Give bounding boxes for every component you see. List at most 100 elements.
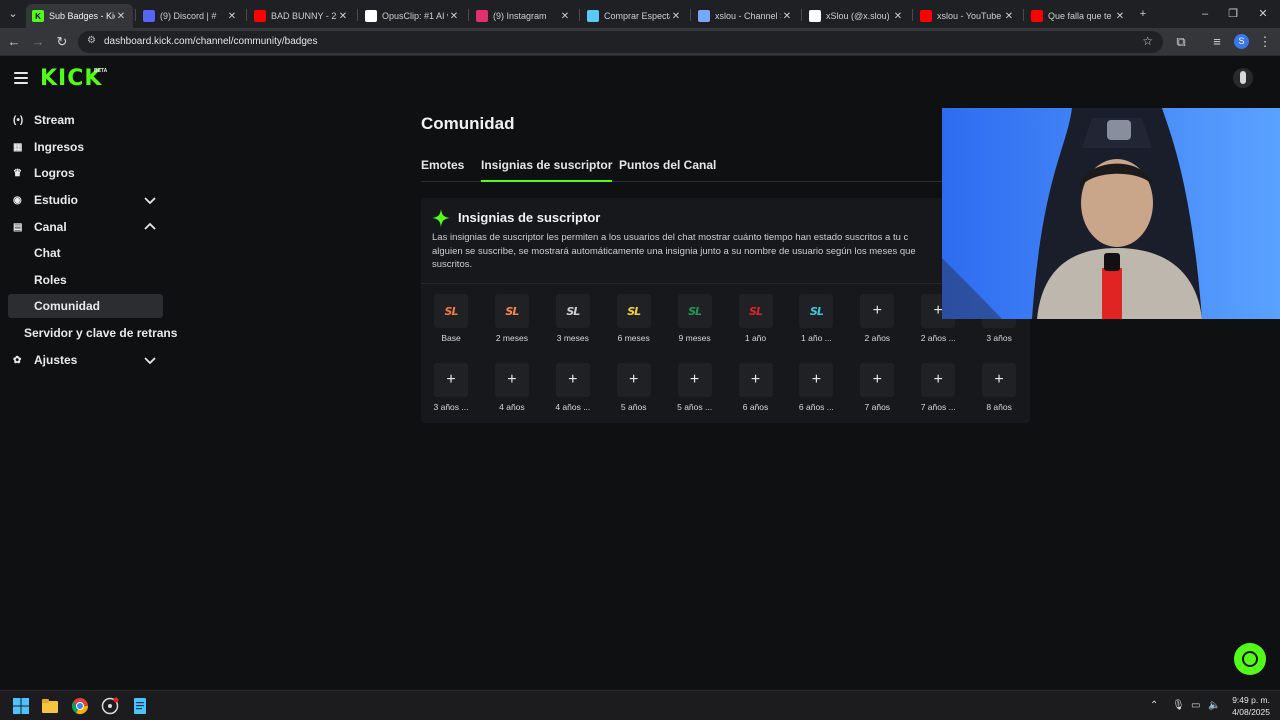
reload-icon[interactable]: ↻ xyxy=(53,33,71,51)
extensions-icon[interactable]: ⧉ xyxy=(1172,33,1190,51)
obs-icon[interactable] xyxy=(101,697,119,715)
add-badge-button[interactable]: + xyxy=(921,363,956,397)
broadcast-icon: (•) xyxy=(13,114,24,126)
subscriber-badge[interactable]: SL xyxy=(616,294,651,328)
tab-separator xyxy=(135,9,136,21)
bookmark-star-icon[interactable]: ☆ xyxy=(1142,34,1153,48)
badge-label: 3 años ... xyxy=(433,402,469,412)
volume-icon[interactable]: 🔈 xyxy=(1208,700,1220,711)
subscriber-badge[interactable]: SL xyxy=(677,294,712,328)
forward-icon[interactable]: → xyxy=(29,33,47,51)
sidebar-item-stream[interactable]: (•) Stream xyxy=(8,108,163,132)
plus-icon: + xyxy=(872,371,882,388)
subscriber-badge[interactable]: SL xyxy=(494,294,529,328)
close-window-icon[interactable]: ✕ xyxy=(1254,5,1272,23)
tab-emotes[interactable]: Emotes xyxy=(421,158,464,182)
tab-channel-points[interactable]: Puntos del Canal xyxy=(619,158,716,182)
windows-start-icon[interactable] xyxy=(12,697,30,715)
tab-close-icon[interactable]: ✕ xyxy=(337,11,349,22)
sidebar-item-servidor[interactable]: Servidor y clave de retrans xyxy=(8,321,177,345)
tab-subscriber-badges[interactable]: Insignias de suscriptor xyxy=(481,158,613,182)
add-badge-button[interactable]: + xyxy=(860,363,895,397)
notepad-icon[interactable] xyxy=(131,697,149,715)
add-badge-button[interactable]: + xyxy=(434,363,468,397)
tab-favicon-icon xyxy=(1031,10,1043,22)
add-badge-button[interactable]: + xyxy=(616,363,651,397)
sidebar-item-roles[interactable]: Roles xyxy=(8,268,163,292)
tab-close-icon[interactable]: ✕ xyxy=(1114,11,1126,22)
browser-tab[interactable]: Comprar Espectac✕ xyxy=(581,4,688,28)
sidebar-item-label: Logros xyxy=(34,166,75,180)
webcam-overlay xyxy=(942,108,1280,319)
subscriber-badge[interactable]: SL xyxy=(799,294,834,328)
user-avatar[interactable] xyxy=(1233,68,1253,88)
plus-icon: + xyxy=(446,371,456,388)
badge-label: 2 meses xyxy=(495,333,528,343)
hamburger-menu-icon[interactable] xyxy=(14,72,28,84)
browser-tab[interactable]: xslou - YouTube ✕ xyxy=(914,4,1021,28)
browser-tab[interactable]: xslou - Channel S ✕ xyxy=(692,4,799,28)
browser-tab[interactable]: Que falla que te ✕ xyxy=(1025,4,1132,28)
subscriber-badge[interactable]: SL xyxy=(434,294,468,328)
plus-icon: + xyxy=(811,371,822,388)
back-icon[interactable]: ← xyxy=(5,33,23,51)
sidebar-item-logros[interactable]: ♛ Logros xyxy=(8,161,163,185)
tab-close-icon[interactable]: ✕ xyxy=(559,11,571,22)
add-badge-button[interactable]: + xyxy=(494,363,529,397)
chevron-down-icon[interactable] xyxy=(143,193,157,207)
browser-tab[interactable]: BAD BUNNY - 25 ✕ xyxy=(248,4,355,28)
restore-icon[interactable]: ❐ xyxy=(1224,5,1242,23)
file-explorer-icon[interactable] xyxy=(41,697,59,715)
browser-tab[interactable]: K Sub Badges - Kick✕ xyxy=(26,4,133,28)
plus-icon: + xyxy=(994,371,1004,388)
browser-tab[interactable]: xSlou (@x.slou) | T✕ xyxy=(803,4,910,28)
browser-menu-icon[interactable]: ⋮ xyxy=(1256,33,1274,51)
add-badge-button[interactable]: + xyxy=(677,363,712,397)
add-badge-button[interactable]: + xyxy=(860,294,895,328)
tab-favicon-icon xyxy=(476,10,488,22)
tab-close-icon[interactable]: ✕ xyxy=(226,11,238,22)
add-badge-button[interactable]: + xyxy=(799,363,834,397)
help-chat-button[interactable] xyxy=(1234,643,1266,675)
site-info-icon[interactable]: ⚙ xyxy=(87,35,96,46)
browser-tab[interactable]: (9) Discord | # ✕ xyxy=(137,4,244,28)
sidebar-item-estudio[interactable]: ◉ Estudio xyxy=(8,188,163,212)
system-clock[interactable]: 9:49 p. m. 4/08/2025 xyxy=(1226,694,1270,718)
chevron-down-icon[interactable] xyxy=(143,353,157,367)
chevron-up-icon[interactable] xyxy=(143,220,157,234)
sidebar-item-canal[interactable]: ▤ Canal xyxy=(8,215,163,239)
minimize-icon[interactable]: – xyxy=(1196,5,1214,23)
microphone-icon[interactable]: 🎙 xyxy=(1172,700,1185,711)
sidebar-item-ingresos[interactable]: ▦ Ingresos xyxy=(8,135,163,159)
network-icon[interactable]: ▭ xyxy=(1191,700,1200,711)
subscriber-badge[interactable]: SL xyxy=(555,294,590,328)
reading-list-icon[interactable]: ≡ xyxy=(1208,33,1226,51)
tab-close-icon[interactable]: ✕ xyxy=(1003,11,1015,22)
chrome-icon[interactable] xyxy=(71,697,89,715)
tray-chevron-icon[interactable]: ⌃ xyxy=(1150,700,1158,711)
profile-avatar[interactable]: S xyxy=(1234,34,1249,49)
browser-tab[interactable]: OpusClip: #1 AI v ✕ xyxy=(359,4,466,28)
tab-title: BAD BUNNY - 25 xyxy=(271,11,337,21)
address-bar[interactable]: ⚙ dashboard.kick.com/channel/community/b… xyxy=(78,31,1163,53)
add-badge-button[interactable]: + xyxy=(982,363,1017,397)
tab-close-icon[interactable]: ✕ xyxy=(670,11,682,22)
add-badge-button[interactable]: + xyxy=(738,363,773,397)
sidebar-item-ajustes[interactable]: ✿ Ajustes xyxy=(8,348,163,372)
tab-search-icon[interactable]: ⌄ xyxy=(4,5,22,23)
sidebar-item-comunidad[interactable]: Comunidad xyxy=(8,294,163,318)
tab-separator xyxy=(1023,9,1024,21)
new-tab-icon[interactable]: + xyxy=(1134,5,1152,23)
tab-close-icon[interactable]: ✕ xyxy=(892,11,904,22)
subscriber-badge[interactable]: SL xyxy=(738,294,773,328)
sidebar-item-chat[interactable]: Chat xyxy=(8,241,163,265)
tab-close-icon[interactable]: ✕ xyxy=(781,11,793,22)
clock-time: 9:49 p. m. xyxy=(1232,695,1270,705)
badge-label: 8 años xyxy=(986,402,1012,412)
add-badge-button[interactable]: + xyxy=(555,363,590,397)
sidebar-item-label: Stream xyxy=(34,113,75,127)
tab-close-icon[interactable]: ✕ xyxy=(448,11,460,22)
sl-badge-icon: SL xyxy=(809,304,824,318)
tab-close-icon[interactable]: ✕ xyxy=(115,11,127,22)
browser-tab[interactable]: (9) Instagram ✕ xyxy=(470,4,577,28)
